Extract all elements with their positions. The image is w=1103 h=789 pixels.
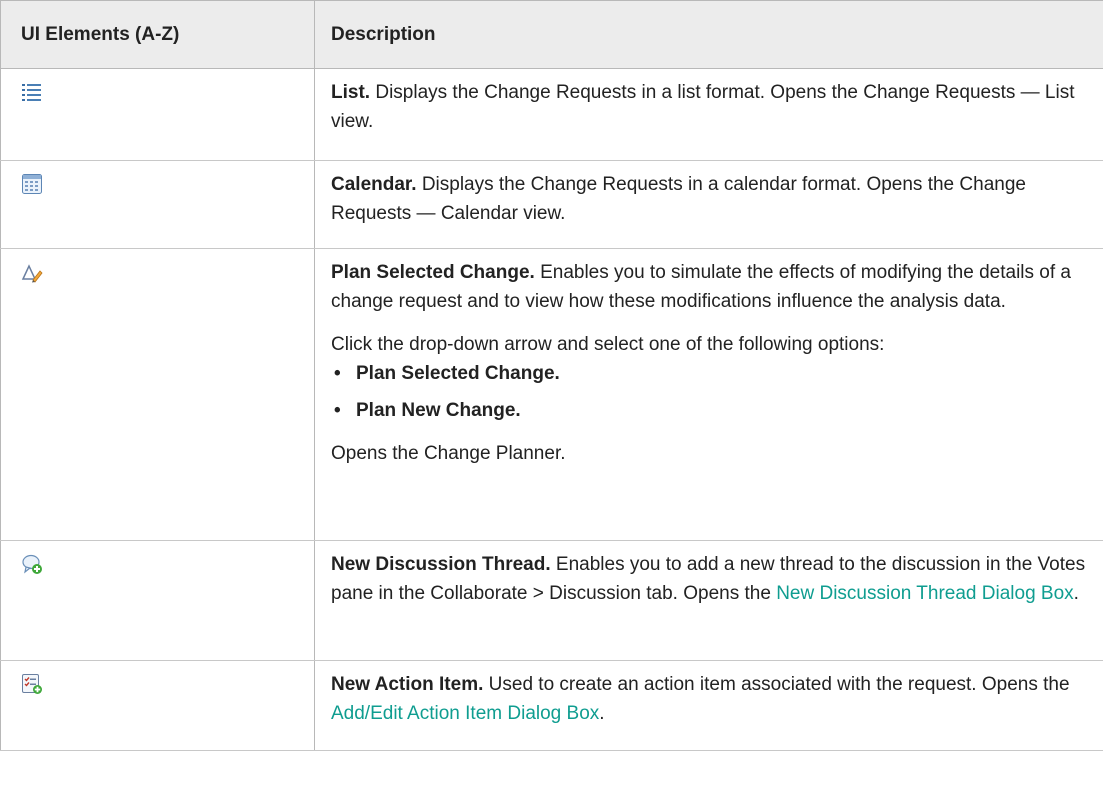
header-description: Description (314, 0, 1103, 69)
description-cell: List. Displays the Change Requests in a … (314, 68, 1103, 161)
description-cell: New Action Item. Used to create an actio… (314, 660, 1103, 751)
action-item-add-icon[interactable] (21, 673, 43, 695)
element-title: List. (331, 82, 371, 103)
options-list: • Plan Selected Change. • Plan New Change. (331, 359, 1103, 425)
table-row: Plan Selected Change. Enables you to sim… (0, 248, 1103, 541)
icon-cell (0, 160, 315, 249)
option-label: Plan Selected Change. (356, 363, 560, 384)
list-icon[interactable] (21, 81, 43, 103)
description-text: New Discussion Thread. Enables you to ad… (331, 550, 1103, 608)
punctuation: . (599, 703, 605, 724)
table-row: List. Displays the Change Requests in a … (0, 68, 1103, 161)
description-text: Calendar. Displays the Change Requests i… (331, 170, 1103, 228)
description-cell: Calendar. Displays the Change Requests i… (314, 160, 1103, 249)
table-row: Calendar. Displays the Change Requests i… (0, 160, 1103, 249)
calendar-icon[interactable] (21, 173, 43, 195)
ui-elements-table: UI Elements (A-Z) Description List. Disp… (0, 0, 1103, 751)
list-item: • Plan New Change. (334, 400, 521, 421)
icon-cell (0, 660, 315, 751)
plan-change-icon[interactable] (21, 261, 43, 283)
element-title: Calendar. (331, 174, 417, 195)
add-edit-action-item-link[interactable]: Add/Edit Action Item Dialog Box (331, 703, 599, 724)
element-description: Used to create an action item associated… (483, 674, 1070, 695)
footer-text: Opens the Change Planner. (331, 443, 566, 464)
icon-cell (0, 68, 315, 161)
element-title: Plan Selected Change. (331, 262, 535, 283)
options-intro: Click the drop-down arrow and select one… (331, 334, 885, 355)
table-row: New Action Item. Used to create an actio… (0, 660, 1103, 751)
description-text: List. Displays the Change Requests in a … (331, 78, 1103, 136)
icon-cell (0, 248, 315, 541)
discussion-thread-add-icon[interactable] (21, 553, 43, 575)
description-text: Plan Selected Change. Enables you to sim… (331, 258, 1103, 316)
element-title: New Discussion Thread. (331, 554, 551, 575)
description-text: New Action Item. Used to create an actio… (331, 670, 1103, 728)
description-cell: New Discussion Thread. Enables you to ad… (314, 540, 1103, 661)
header-ui-elements: UI Elements (A-Z) (0, 0, 315, 69)
list-item: • Plan Selected Change. (334, 363, 560, 384)
punctuation: . (1073, 583, 1079, 604)
table-row: New Discussion Thread. Enables you to ad… (0, 540, 1103, 661)
description-cell: Plan Selected Change. Enables you to sim… (314, 248, 1103, 541)
header-row: UI Elements (A-Z) Description (0, 0, 1103, 69)
new-discussion-thread-link[interactable]: New Discussion Thread Dialog Box (776, 583, 1073, 604)
element-description: Displays the Change Requests in a list f… (331, 82, 1075, 132)
option-label: Plan New Change. (356, 400, 521, 421)
element-title: New Action Item. (331, 674, 484, 695)
icon-cell (0, 540, 315, 661)
element-description: Displays the Change Requests in a calend… (331, 174, 1026, 224)
